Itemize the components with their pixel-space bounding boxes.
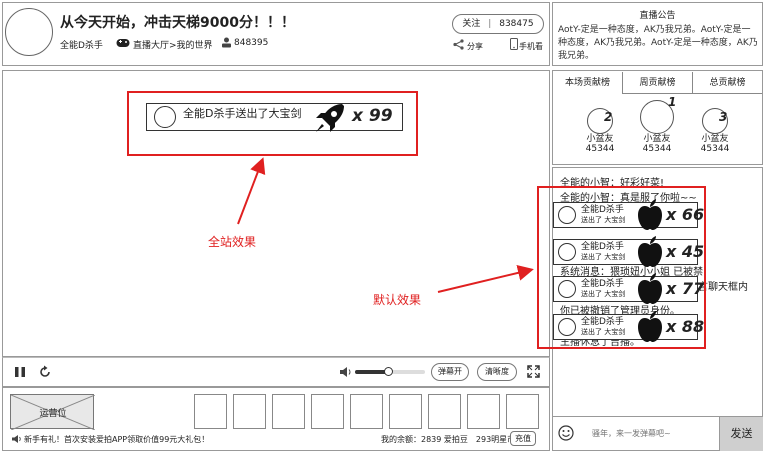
- rank-number: 1: [668, 95, 677, 109]
- gift-avatar: [558, 243, 576, 261]
- gift-sender: 全能D杀手: [581, 279, 624, 289]
- gift-notification: 全能D杀手 送出了 大宝剑 x 77: [553, 273, 704, 304]
- rank-number: 3: [719, 110, 728, 124]
- gift-action: 送出了 大宝剑: [581, 328, 626, 336]
- ad-slot-label: 运营位: [39, 409, 67, 419]
- gift-count: x 45: [666, 242, 705, 261]
- rank-avatar: 1: [640, 95, 677, 134]
- promo-text[interactable]: 新手有礼！首次安装爱拍APP领取价值99元大礼包！: [24, 434, 209, 445]
- volume-icon[interactable]: [339, 366, 352, 378]
- rank-avatar: 3: [702, 108, 728, 134]
- gift-count: x 77: [666, 279, 705, 298]
- volume-handle[interactable]: [384, 367, 393, 376]
- balance-text: 我的余额：2839 爱拍豆 293明星币: [381, 435, 516, 444]
- gift-slot[interactable]: [389, 394, 422, 429]
- gift-sender: 全能D杀手: [581, 242, 624, 252]
- gift-slot[interactable]: [506, 394, 539, 429]
- apple-icon: [636, 197, 664, 231]
- default-effect-label: 默认效果: [373, 293, 422, 307]
- rank-item[interactable]: 2 小盆友 45344: [580, 108, 620, 154]
- tab-weekly-rank[interactable]: 周贡献榜: [623, 72, 693, 94]
- send-button[interactable]: 发送: [719, 417, 763, 451]
- apple-icon: [636, 309, 664, 343]
- gift-slot[interactable]: [467, 394, 500, 429]
- gift-action: 送出了 大宝剑: [581, 216, 626, 224]
- tab-total-rank[interactable]: 总贡献榜: [693, 72, 762, 94]
- ad-slot[interactable]: 运营位: [10, 394, 95, 430]
- gift-sender: 全能D杀手: [581, 205, 624, 215]
- rank-name: 小盆友: [643, 134, 671, 144]
- gift-slot[interactable]: [350, 394, 383, 429]
- apple-icon: [636, 271, 664, 305]
- rank-item[interactable]: 1 小盆友 45344: [635, 95, 679, 154]
- pause-icon[interactable]: [14, 366, 26, 378]
- gift-sender: 全能D杀手: [581, 317, 624, 327]
- rank-avatar: 2: [587, 108, 613, 134]
- gift-notification: 全能D杀手 送出了 大宝剑 x 88: [553, 311, 704, 342]
- gift-slot[interactable]: [272, 394, 305, 429]
- gift-action: 送出了 大宝剑: [581, 253, 626, 261]
- gift-count: x 66: [666, 205, 705, 224]
- rank-score: 45344: [585, 144, 615, 154]
- rank-number: 2: [604, 110, 613, 124]
- refresh-icon[interactable]: [38, 365, 52, 379]
- fullscreen-icon[interactable]: [527, 365, 540, 378]
- gift-slot[interactable]: [428, 394, 461, 429]
- speaker-icon: [11, 434, 22, 444]
- danmu-toggle-button[interactable]: 弹幕开: [431, 363, 469, 381]
- tab-current-rank[interactable]: 本场贡献榜: [553, 72, 623, 94]
- gift-count: x 88: [666, 317, 705, 336]
- gift-action: 送出了 大宝剑: [581, 290, 626, 298]
- gift-slot[interactable]: [194, 394, 227, 429]
- gift-slot[interactable]: [233, 394, 266, 429]
- quality-button[interactable]: 清晰度: [477, 363, 517, 381]
- rank-item[interactable]: 3 小盆友 45344: [695, 108, 735, 154]
- chat-input[interactable]: [580, 422, 716, 444]
- gift-avatar: [558, 318, 576, 336]
- gift-avatar: [558, 280, 576, 298]
- gift-slot[interactable]: [311, 394, 344, 429]
- rank-name: 小盆友: [586, 134, 614, 144]
- site-effect-label: 全站效果: [208, 235, 257, 249]
- emoji-icon[interactable]: [558, 425, 574, 441]
- rank-score: 45344: [700, 144, 730, 154]
- gift-notification: 全能D杀手 送出了 大宝剑 x 66: [553, 199, 704, 230]
- recharge-button[interactable]: 充值: [510, 431, 536, 446]
- apple-icon: [636, 234, 664, 268]
- rank-score: 45344: [642, 144, 672, 154]
- rank-name: 小盆友: [701, 134, 729, 144]
- gift-avatar: [558, 206, 576, 224]
- gift-notification: 全能D杀手 送出了 大宝剑 x 45: [553, 236, 704, 267]
